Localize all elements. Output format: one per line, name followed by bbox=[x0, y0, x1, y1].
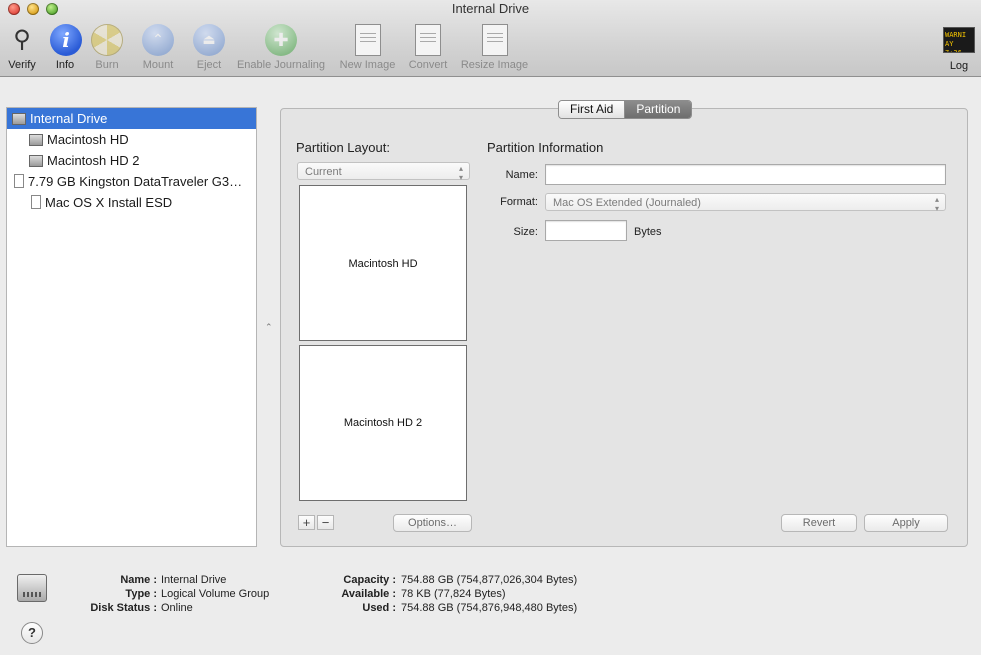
partition-information-title: Partition Information bbox=[487, 140, 604, 155]
tab-control: First Aid Partition bbox=[558, 100, 693, 119]
mount-icon: ⌃ bbox=[142, 24, 174, 56]
size-label: Size: bbox=[513, 226, 538, 238]
partition-block-1[interactable]: Macintosh HD bbox=[299, 185, 467, 341]
tab-partition[interactable]: Partition bbox=[625, 101, 692, 118]
hard-drive-icon bbox=[17, 574, 47, 602]
new-image-label: New Image bbox=[339, 59, 396, 71]
sidebar-item-internal-drive[interactable]: Internal Drive bbox=[7, 108, 256, 129]
title-bar: Internal Drive ⚲ Verify i Info Burn ⌃ Mo… bbox=[0, 0, 981, 77]
apply-button[interactable]: Apply bbox=[864, 514, 948, 532]
info-button[interactable]: i Info bbox=[50, 24, 82, 71]
details-status-value: Online bbox=[161, 602, 193, 614]
volume-icon bbox=[29, 134, 43, 146]
verify-button[interactable]: ⚲ Verify bbox=[5, 24, 39, 71]
mount-label: Mount bbox=[142, 59, 174, 71]
partition-layout-select[interactable]: Current ▴ ▾ bbox=[297, 162, 470, 182]
sidebar-item-label: Mac OS X Install ESD bbox=[45, 195, 173, 210]
enable-journaling-label: Enable Journaling bbox=[236, 59, 326, 71]
size-field[interactable] bbox=[545, 220, 627, 241]
details-available-key: Available : bbox=[341, 588, 396, 600]
details-used-key: Used : bbox=[362, 602, 396, 614]
help-button[interactable]: ? bbox=[21, 622, 43, 644]
resize-image-icon bbox=[481, 24, 508, 56]
info-icon: i bbox=[50, 24, 82, 56]
partition-block-label: Macintosh HD bbox=[348, 258, 418, 270]
details-status-key: Disk Status : bbox=[90, 602, 157, 614]
convert-icon bbox=[415, 24, 441, 56]
popup-arrows-icon: ▴ ▾ bbox=[458, 164, 463, 182]
log-screen-line-1: WARNI bbox=[945, 31, 967, 39]
sidebar-item-install-esd[interactable]: Mac OS X Install ESD bbox=[7, 192, 256, 213]
format-label: Format: bbox=[500, 196, 538, 208]
resize-image-label: Resize Image bbox=[460, 59, 529, 71]
partition-block-label: Macintosh HD 2 bbox=[343, 417, 423, 429]
size-unit: Bytes bbox=[634, 226, 662, 238]
disk-sidebar: Internal Drive Macintosh HD Macintosh HD… bbox=[6, 107, 257, 547]
details-available-value: 78 KB (77,824 Bytes) bbox=[401, 588, 506, 600]
sidebar-item-label: 7.79 GB Kingston DataTraveler G3… bbox=[28, 174, 243, 189]
eject-button[interactable]: ⏏ Eject bbox=[193, 24, 225, 71]
name-label: Name: bbox=[505, 169, 538, 181]
add-partition-button[interactable]: + bbox=[298, 515, 315, 530]
burn-button[interactable]: Burn bbox=[91, 24, 123, 71]
enable-journaling-button[interactable]: ✚ Enable Journaling bbox=[234, 24, 328, 71]
eject-icon: ⏏ bbox=[193, 24, 225, 56]
burn-label: Burn bbox=[95, 59, 119, 71]
remove-partition-button[interactable]: − bbox=[317, 515, 334, 530]
details-type-value: Logical Volume Group bbox=[161, 588, 270, 600]
burn-disc-icon bbox=[91, 24, 123, 56]
volume-icon bbox=[29, 155, 43, 167]
resize-image-button[interactable]: Resize Image bbox=[459, 24, 530, 71]
log-label: Log bbox=[949, 60, 969, 72]
partition-block-2[interactable]: Macintosh HD 2 bbox=[299, 345, 467, 501]
revert-button[interactable]: Revert bbox=[781, 514, 857, 532]
name-field[interactable] bbox=[545, 164, 946, 185]
popup-arrows-icon: ▴ ▾ bbox=[934, 195, 939, 213]
sidebar-item-label: Macintosh HD bbox=[47, 132, 129, 147]
details-capacity-key: Capacity : bbox=[343, 574, 396, 586]
sidebar-item-macintosh-hd-2[interactable]: Macintosh HD 2 bbox=[7, 150, 256, 171]
details-capacity-value: 754.88 GB (754,877,026,304 Bytes) bbox=[401, 574, 578, 586]
usb-drive-icon bbox=[14, 174, 24, 188]
split-view-handle-icon[interactable]: ⌃ bbox=[265, 322, 273, 333]
volume-icon bbox=[31, 195, 41, 209]
sidebar-item-label: Internal Drive bbox=[30, 111, 108, 126]
verify-label: Verify bbox=[8, 59, 36, 71]
details-name-key: Name : bbox=[120, 574, 157, 586]
sidebar-item-kingston[interactable]: 7.79 GB Kingston DataTraveler G3… bbox=[7, 171, 256, 192]
format-select[interactable]: Mac OS Extended (Journaled) ▴ ▾ bbox=[545, 193, 946, 213]
journal-icon: ✚ bbox=[265, 24, 297, 56]
log-button[interactable]: WARNI AY 7:36 Log bbox=[943, 27, 975, 72]
partition-layout-title: Partition Layout: bbox=[296, 140, 390, 155]
new-image-button[interactable]: New Image bbox=[338, 24, 397, 71]
log-screen-line-2: AY 7:36 bbox=[945, 40, 962, 53]
details-name-value: Internal Drive bbox=[161, 574, 227, 586]
sidebar-item-label: Macintosh HD 2 bbox=[47, 153, 140, 168]
mount-button[interactable]: ⌃ Mount bbox=[140, 24, 176, 71]
details-type-key: Type : bbox=[125, 588, 157, 600]
convert-button[interactable]: Convert bbox=[406, 24, 450, 71]
sidebar-item-macintosh-hd[interactable]: Macintosh HD bbox=[7, 129, 256, 150]
info-label: Info bbox=[55, 59, 75, 71]
window-title: Internal Drive bbox=[451, 1, 530, 16]
convert-label: Convert bbox=[408, 59, 448, 71]
tab-first-aid[interactable]: First Aid bbox=[559, 101, 626, 118]
log-console-icon: WARNI AY 7:36 bbox=[943, 27, 975, 53]
new-image-icon bbox=[354, 24, 381, 56]
hard-drive-icon bbox=[12, 113, 26, 125]
microscope-icon: ⚲ bbox=[13, 26, 31, 53]
partition-layout-value: Current bbox=[305, 166, 342, 178]
details-used-value: 754.88 GB (754,876,948,480 Bytes) bbox=[401, 602, 578, 614]
eject-label: Eject bbox=[196, 59, 222, 71]
format-value: Mac OS Extended (Journaled) bbox=[553, 197, 701, 209]
options-button[interactable]: Options… bbox=[393, 514, 472, 532]
